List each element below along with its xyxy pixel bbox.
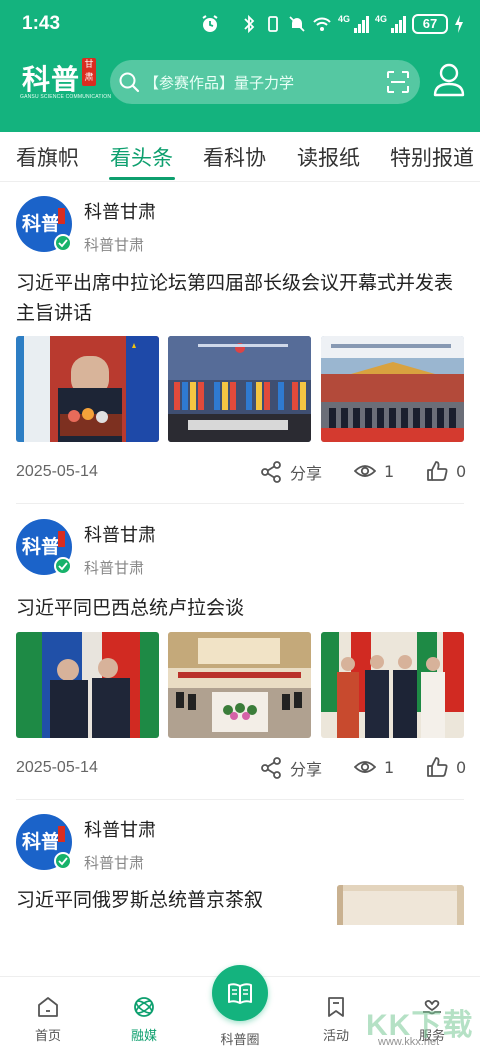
article-thumbnail[interactable]: [16, 632, 159, 738]
author-avatar[interactable]: 科普: [16, 196, 72, 252]
network-label-2: 4G: [374, 14, 387, 24]
category-tabs: 看旗帜 看头条 看科协 读报纸 特别报道: [0, 132, 480, 182]
article-title[interactable]: 习近平同俄罗斯总统普京茶叙: [16, 885, 316, 915]
article-thumbnail[interactable]: [168, 632, 311, 738]
watermark-url: www.kkx.net: [378, 1036, 440, 1048]
author-name[interactable]: 科普甘肃: [84, 198, 156, 224]
share-label: 分享: [290, 464, 323, 483]
network-label-1: 4G: [337, 14, 350, 24]
status-icons: 4G 4G 67: [240, 12, 464, 36]
nav-home-label: 首页: [34, 1029, 61, 1044]
author-avatar[interactable]: 科普: [16, 519, 72, 575]
bookmark-icon: [328, 997, 344, 1017]
share-icon: [261, 757, 281, 779]
view-count: 1: [354, 460, 394, 482]
status-bar: 1:43 4G 4G 67: [0, 0, 480, 52]
publish-date: 2025-05-14: [16, 463, 98, 480]
tab-headlines[interactable]: 看头条: [110, 142, 173, 172]
author-name[interactable]: 科普甘肃: [84, 521, 156, 547]
thumbs-up-icon: [427, 757, 448, 777]
verified-badge-icon: [54, 852, 72, 870]
avatar-seal: [58, 208, 65, 224]
status-time: 1:43: [22, 13, 61, 34]
author-avatar[interactable]: 科普: [16, 814, 72, 870]
media-icon: [134, 997, 154, 1017]
site-watermark: KK下载 www.kkx.net: [362, 1000, 474, 1056]
source-name: 科普甘肃: [84, 854, 145, 872]
user-profile-icon[interactable]: [432, 62, 466, 98]
app-logo[interactable]: 科普 甘肃 GANSU SCIENCE COMMUNICATION: [18, 56, 111, 106]
share-icon: [261, 461, 281, 483]
share-label: 分享: [290, 760, 323, 779]
article-thumbnail[interactable]: [16, 336, 159, 442]
avatar-seal: [58, 826, 65, 842]
like-count: 0: [456, 757, 467, 777]
nav-media[interactable]: 融媒: [104, 995, 184, 1044]
search-bar[interactable]: 【参赛作品】量子力学: [110, 60, 420, 104]
like-count: 0: [456, 461, 467, 481]
eye-icon: [354, 465, 376, 477]
nav-science-circle-label[interactable]: 科普圈: [200, 1029, 280, 1048]
thumbs-up-icon: [427, 461, 448, 481]
eye-icon: [354, 761, 376, 773]
avatar-seal: [58, 531, 65, 547]
home-icon: [38, 997, 58, 1017]
view-count-value: 1: [384, 461, 395, 481]
author-name[interactable]: 科普甘肃: [84, 816, 156, 842]
view-count-value: 1: [384, 757, 395, 777]
view-count: 1: [354, 756, 394, 778]
search-icon: [119, 72, 140, 93]
avatar-logo-text: 科普: [22, 536, 61, 558]
nav-home[interactable]: 首页: [8, 995, 88, 1044]
signal-icon-1: [353, 15, 369, 33]
tab-newspaper[interactable]: 读报纸: [297, 142, 360, 172]
active-tab-indicator: [109, 177, 175, 180]
share-button[interactable]: 分享: [260, 460, 322, 484]
news-card[interactable]: 科普 科普甘肃 科普甘肃 习近平同巴西总统卢拉会谈 2025-05-14 分享 …: [0, 505, 480, 800]
news-card[interactable]: 科普 科普甘肃 科普甘肃 习近平出席中拉论坛第四届部长级会议开幕式并发表主旨讲话: [0, 182, 480, 504]
search-placeholder: 【参赛作品】量子力学: [144, 74, 295, 92]
vibrate-icon: [268, 16, 278, 32]
tab-flag[interactable]: 看旗帜: [16, 142, 79, 172]
logo-text: 科普: [22, 63, 81, 96]
scan-icon[interactable]: [386, 70, 410, 94]
nav-science-circle-button[interactable]: [212, 965, 268, 1021]
bluetooth-icon: [244, 14, 255, 34]
source-name: 科普甘肃: [84, 559, 145, 577]
article-title[interactable]: 习近平同巴西总统卢拉会谈: [16, 593, 468, 623]
battery-indicator: 67: [412, 14, 448, 34]
mute-icon: [289, 16, 305, 32]
app-header: 1:43 4G 4G 67 科普 甘肃 GANSU SCIENCE COMMUN…: [0, 0, 480, 132]
signal-icon-2: [391, 15, 406, 33]
source-name: 科普甘肃: [84, 236, 145, 254]
logo-seal: 甘肃: [82, 58, 96, 86]
alarm-icon: [202, 15, 218, 32]
avatar-logo-text: 科普: [22, 831, 61, 853]
news-card[interactable]: 科普 科普甘肃 科普甘肃 习近平同俄罗斯总统普京茶叙: [0, 800, 480, 976]
article-title[interactable]: 习近平出席中拉论坛第四届部长级会议开幕式并发表主旨讲话: [16, 268, 468, 328]
tab-special-report[interactable]: 特别报道: [390, 142, 474, 172]
article-thumbnail[interactable]: [321, 336, 464, 442]
nav-media-label: 融媒: [130, 1029, 157, 1044]
avatar-logo-text: 科普: [22, 213, 61, 235]
card-divider: [16, 503, 464, 504]
book-icon: [228, 983, 252, 1004]
publish-date: 2025-05-14: [16, 759, 98, 776]
share-button[interactable]: 分享: [260, 756, 322, 780]
tab-association[interactable]: 看科协: [203, 142, 266, 172]
like-button[interactable]: 0: [426, 756, 466, 778]
article-thumbnail[interactable]: [321, 632, 464, 738]
article-thumbnail[interactable]: [168, 336, 311, 442]
charging-icon: [455, 15, 463, 33]
verified-badge-icon: [54, 557, 72, 575]
logo-subtitle: GANSU SCIENCE COMMUNICATION: [20, 94, 112, 100]
verified-badge-icon: [54, 234, 72, 252]
article-thumbnail[interactable]: [337, 885, 464, 925]
like-button[interactable]: 0: [426, 460, 466, 482]
wifi-icon: [313, 17, 331, 31]
